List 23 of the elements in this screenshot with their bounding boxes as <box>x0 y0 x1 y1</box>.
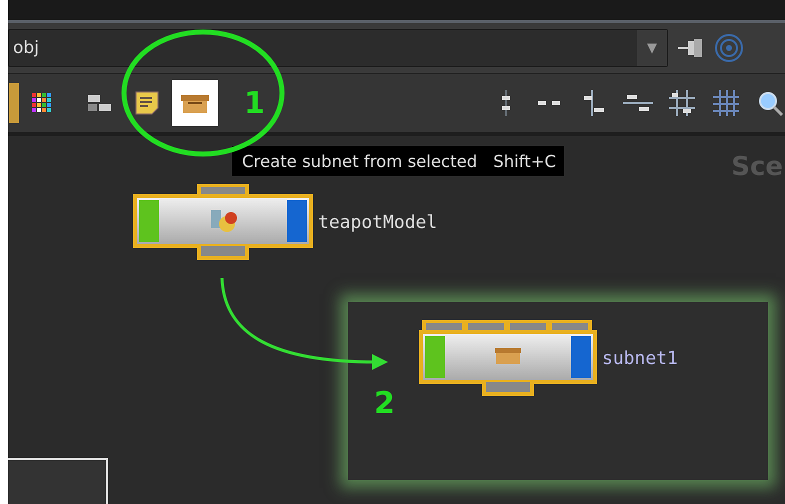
sticky-note-icon <box>134 90 160 116</box>
horizontal-spacing-icon <box>538 99 562 107</box>
node-label: teapotModel <box>318 212 438 232</box>
path-text: obj <box>12 38 39 58</box>
network-node[interactable] <box>132 184 314 260</box>
swatch-icon <box>9 83 19 123</box>
grid-icon <box>713 90 739 116</box>
annotation-number: 1 <box>244 86 265 121</box>
color-grid-icon <box>31 92 53 114</box>
annotation-number: 2 <box>374 386 395 421</box>
network-node[interactable] <box>418 320 598 396</box>
shortcut-text: Shift+C <box>493 152 556 170</box>
node-label: subnet1 <box>602 348 678 368</box>
tool-button[interactable] <box>8 80 20 126</box>
search-icon <box>757 90 783 116</box>
grid-snap-icon <box>669 90 695 116</box>
vertical-spacing-icon <box>501 90 511 116</box>
tool-button[interactable] <box>667 88 697 118</box>
tooltip-text: Create subnet from selected <box>242 152 478 170</box>
align-vertical-icon <box>582 90 606 116</box>
node-layout-icon <box>87 93 113 113</box>
path-field[interactable]: obj ▼ <box>8 29 668 67</box>
pin-icon[interactable] <box>678 37 704 59</box>
